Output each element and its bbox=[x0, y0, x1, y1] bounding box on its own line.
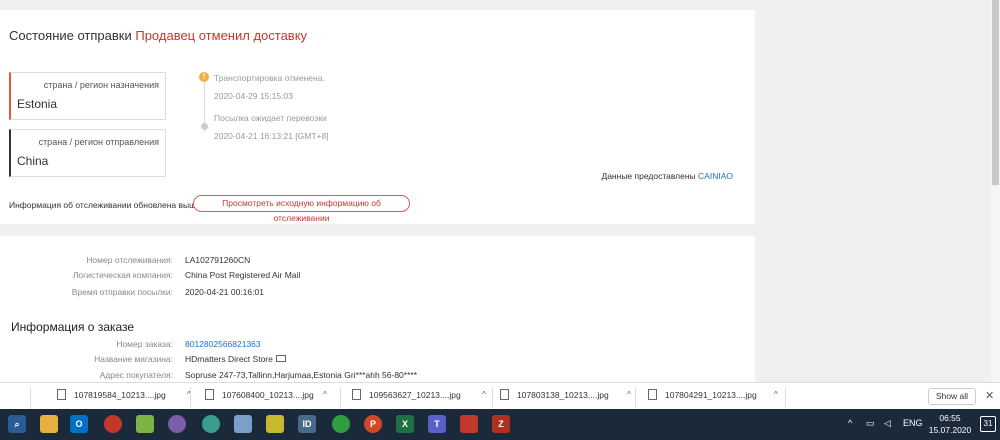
divider bbox=[635, 387, 636, 407]
shipment-status-panel: Состояние отправки Продавец отменил дост… bbox=[0, 10, 755, 224]
download-item[interactable]: 107608400_10213....jpg ^ bbox=[205, 389, 340, 405]
data-source-label: Данные предоставлены bbox=[601, 171, 696, 181]
download-item[interactable]: 107803138_10213....jpg ^ bbox=[500, 389, 631, 405]
divider bbox=[340, 387, 341, 407]
status-value: Продавец отменил доставку bbox=[135, 28, 308, 43]
logistics-company-label: Логистическая компания: bbox=[72, 270, 173, 280]
destination-country: Estonia bbox=[17, 97, 58, 111]
timeline-event-text: Транспортировка отменена. bbox=[214, 73, 325, 83]
filezilla-icon[interactable]: Z bbox=[492, 415, 510, 433]
chevron-up-icon[interactable]: ^ bbox=[323, 390, 327, 399]
warning-icon: ! bbox=[199, 72, 209, 82]
order-number-link[interactable]: 8012802566821363 bbox=[185, 339, 261, 349]
timeline-dot-icon bbox=[201, 123, 208, 130]
app-icon[interactable] bbox=[460, 415, 478, 433]
store-name-label: Название магазина: bbox=[94, 354, 173, 364]
network-icon[interactable]: ▭ bbox=[866, 418, 875, 429]
ship-time-row: Время отправки посылки: bbox=[0, 287, 173, 299]
tracking-number-label: Номер отслеживания: bbox=[86, 255, 173, 265]
data-source: Данные предоставлены CAINIAO bbox=[601, 171, 733, 181]
windows-taskbar: ⌕ O ID P X T Z ^ ▭ ◁ ENG 06:55 15.07.202… bbox=[0, 409, 1000, 440]
download-item[interactable]: 109563627_10213....jpg ^ bbox=[352, 389, 492, 405]
order-number-row: Номер заказа: bbox=[0, 339, 173, 351]
download-file-name: 109563627_10213....jpg bbox=[369, 389, 461, 400]
viber-icon[interactable] bbox=[168, 415, 186, 433]
shipment-status-heading: Состояние отправки Продавец отменил дост… bbox=[9, 28, 307, 43]
app-icon[interactable]: ID bbox=[298, 415, 316, 433]
app-icon[interactable] bbox=[266, 415, 284, 433]
view-original-tracking-button[interactable]: Просмотреть исходную информацию об отсле… bbox=[193, 195, 410, 223]
search-icon[interactable]: ⌕ bbox=[8, 415, 26, 433]
buyer-address-row: Адрес покупателя: bbox=[0, 370, 173, 382]
file-icon bbox=[352, 389, 361, 401]
page-scrollbar[interactable] bbox=[991, 0, 1000, 382]
notifications-icon[interactable]: 31 bbox=[980, 416, 996, 432]
divider bbox=[190, 387, 191, 407]
download-file-name: 107608400_10213....jpg bbox=[222, 389, 314, 400]
clock-time: 06:55 bbox=[939, 413, 961, 423]
app-icon[interactable] bbox=[202, 415, 220, 433]
chevron-up-icon[interactable]: ^ bbox=[627, 390, 631, 399]
store-name-row: Название магазина: bbox=[0, 354, 173, 366]
download-file-name: 107819584_10213....jpg bbox=[74, 389, 166, 400]
download-bar: 107819584_10213....jpg ^ 107608400_10213… bbox=[0, 382, 1000, 409]
buyer-address-value: Sopruse 247-73,Tallinn,Harjumaa,Estonia … bbox=[185, 370, 417, 380]
excel-icon[interactable]: X bbox=[396, 415, 414, 433]
folder-icon[interactable] bbox=[40, 415, 58, 433]
download-file-name: 107803138_10213....jpg bbox=[517, 389, 609, 400]
order-details-panel: Номер отслеживания: LA102791260CN Логист… bbox=[0, 236, 755, 386]
tracking-number-row: Номер отслеживания: bbox=[0, 255, 173, 267]
cainiao-link[interactable]: CAINIAO bbox=[698, 171, 733, 181]
ship-time-label: Время отправки посылки: bbox=[71, 287, 173, 297]
origin-label: страна / регион отправления bbox=[38, 137, 159, 147]
chevron-up-icon[interactable]: ^ bbox=[848, 418, 852, 428]
origin-country: China bbox=[17, 154, 49, 168]
ship-time-value: 2020-04-21 00:16:01 bbox=[185, 287, 264, 297]
store-name-text[interactable]: HDmatters Direct Store bbox=[185, 354, 273, 364]
timeline-event-time: 2020-04-21 16:13:21 [GMT+8] bbox=[214, 131, 329, 141]
volume-icon[interactable]: ◁ bbox=[884, 418, 891, 429]
mail-icon[interactable] bbox=[275, 355, 286, 363]
clock-date: 15.07.2020 bbox=[928, 425, 972, 435]
file-icon bbox=[57, 389, 66, 401]
destination-label: страна / регион назначения bbox=[43, 80, 159, 90]
close-icon[interactable]: ✕ bbox=[985, 389, 994, 402]
timeline-event-text: Посылка ожидает перевозки bbox=[214, 113, 327, 123]
order-number-label: Номер заказа: bbox=[116, 339, 173, 349]
timeline-event-time: 2020-04-29 15:15:03 bbox=[214, 91, 293, 101]
chevron-up-icon[interactable]: ^ bbox=[482, 390, 486, 399]
download-file-name: 107804291_10213....jpg bbox=[665, 389, 757, 400]
tracking-updated-text: Информация об отслеживании обновлена выш… bbox=[9, 200, 201, 210]
outlook-icon[interactable]: O bbox=[70, 415, 88, 433]
chevron-up-icon[interactable]: ^ bbox=[774, 390, 778, 399]
divider bbox=[30, 387, 31, 407]
file-icon bbox=[648, 389, 657, 401]
file-icon bbox=[205, 389, 214, 401]
app-icon[interactable] bbox=[234, 415, 252, 433]
file-icon bbox=[500, 389, 509, 401]
status-label: Состояние отправки bbox=[9, 28, 132, 43]
order-info-heading: Информация о заказе bbox=[11, 320, 135, 334]
divider bbox=[492, 387, 493, 407]
app-icon[interactable] bbox=[104, 415, 122, 433]
scrollbar-thumb[interactable] bbox=[992, 0, 999, 185]
powerpoint-icon[interactable]: P bbox=[364, 415, 382, 433]
store-name-value: HDmatters Direct Store bbox=[185, 354, 286, 364]
chrome-icon[interactable] bbox=[332, 415, 350, 433]
notes-icon[interactable] bbox=[136, 415, 154, 433]
logistics-company-value: China Post Registered Air Mail bbox=[185, 270, 301, 280]
origin-card: страна / регион отправления China bbox=[9, 129, 166, 177]
logistics-company-row: Логистическая компания: bbox=[0, 270, 173, 282]
clock[interactable]: 06:55 15.07.2020 bbox=[925, 412, 975, 436]
divider bbox=[785, 387, 786, 407]
destination-card: страна / регион назначения Estonia bbox=[9, 72, 166, 120]
language-indicator[interactable]: ENG bbox=[903, 418, 923, 428]
download-item[interactable]: 107819584_10213....jpg ^ bbox=[57, 389, 192, 405]
show-all-button[interactable]: Show all bbox=[928, 388, 976, 405]
teams-icon[interactable]: T bbox=[428, 415, 446, 433]
download-item[interactable]: 107804291_10213....jpg ^ bbox=[648, 389, 783, 405]
buyer-address-label: Адрес покупателя: bbox=[99, 370, 173, 380]
tracking-number-value: LA102791260CN bbox=[185, 255, 251, 265]
